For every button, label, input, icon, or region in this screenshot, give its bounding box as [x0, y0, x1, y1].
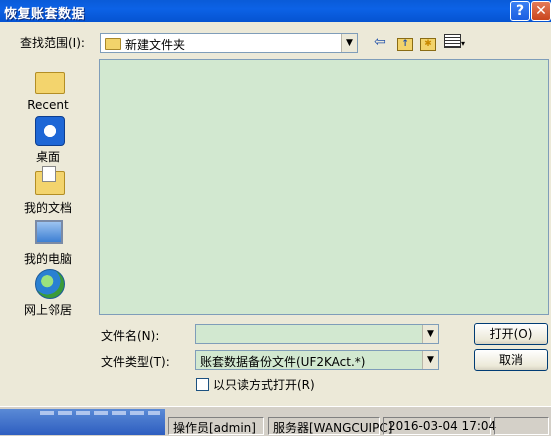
place-label: Recent: [27, 98, 69, 112]
view-menu-icon[interactable]: ▾: [444, 34, 465, 50]
chevron-down-icon[interactable]: ▼: [422, 325, 438, 343]
cancel-button[interactable]: 取消: [474, 349, 548, 371]
folder-icon: [105, 38, 121, 50]
help-button[interactable]: ?: [510, 1, 530, 21]
readonly-label: 以只读方式打开(R): [213, 378, 315, 392]
filetype-value: 账套数据备份文件(UF2KAct.*): [200, 355, 366, 369]
open-button[interactable]: 打开(O): [474, 323, 548, 345]
place-my-computer[interactable]: 我的电脑: [0, 216, 96, 266]
operator-status: 操作员[admin]: [168, 417, 264, 435]
status-extra-panel: [494, 417, 549, 435]
title-bar[interactable]: 恢复账套数据 ? ✕: [0, 0, 551, 22]
place-my-documents[interactable]: 我的文档: [0, 165, 96, 215]
status-bar: 操作员[admin] 服务器[WANGCUIPC] 2016-03-04 17:…: [0, 406, 551, 435]
readonly-checkbox[interactable]: [196, 378, 209, 391]
filetype-label: 文件类型(T):: [101, 355, 170, 369]
place-label: 网上邻居: [23, 303, 72, 317]
server-status: 服务器[WANGCUIPC]: [268, 417, 392, 435]
readonly-option[interactable]: 以只读方式打开(R): [196, 376, 315, 393]
lookin-combo[interactable]: 新建文件夹 ▼: [100, 33, 358, 53]
desktop-icon: [35, 116, 65, 146]
background-window-strip: [0, 409, 165, 435]
datetime-status: 2016-03-04 17:04: [383, 417, 496, 435]
restore-dialog: 恢复账套数据 ? ✕ 查找范围(I): 新建文件夹 ▼ ⇦ ↑ ✱ ▾ Rece…: [0, 0, 551, 406]
close-button[interactable]: ✕: [531, 1, 551, 21]
place-label: 我的电脑: [23, 252, 72, 266]
place-network[interactable]: 网上邻居: [0, 267, 96, 317]
chevron-down-icon[interactable]: ▼: [422, 351, 438, 369]
recent-folder-icon: [35, 72, 65, 94]
place-desktop[interactable]: 桌面: [0, 114, 96, 164]
back-arrow-icon[interactable]: ⇦: [374, 34, 386, 50]
chevron-down-icon[interactable]: ▼: [341, 34, 357, 52]
place-label: 我的文档: [23, 201, 72, 215]
file-list[interactable]: [99, 59, 549, 315]
filetype-select[interactable]: 账套数据备份文件(UF2KAct.*) ▼: [195, 350, 439, 370]
filename-input[interactable]: ▼: [195, 324, 439, 344]
window-title: 恢复账套数据: [4, 7, 86, 22]
documents-folder-icon: [35, 166, 65, 195]
place-label: 桌面: [35, 150, 60, 164]
lookin-value: 新建文件夹: [125, 38, 186, 52]
lookin-label: 查找范围(I):: [20, 36, 85, 50]
network-globe-icon: [35, 269, 65, 299]
new-folder-icon[interactable]: ✱: [420, 34, 436, 51]
place-recent[interactable]: Recent: [0, 64, 96, 112]
computer-icon: [35, 220, 63, 244]
up-folder-icon[interactable]: ↑: [397, 34, 413, 51]
filename-label: 文件名(N):: [101, 329, 160, 343]
